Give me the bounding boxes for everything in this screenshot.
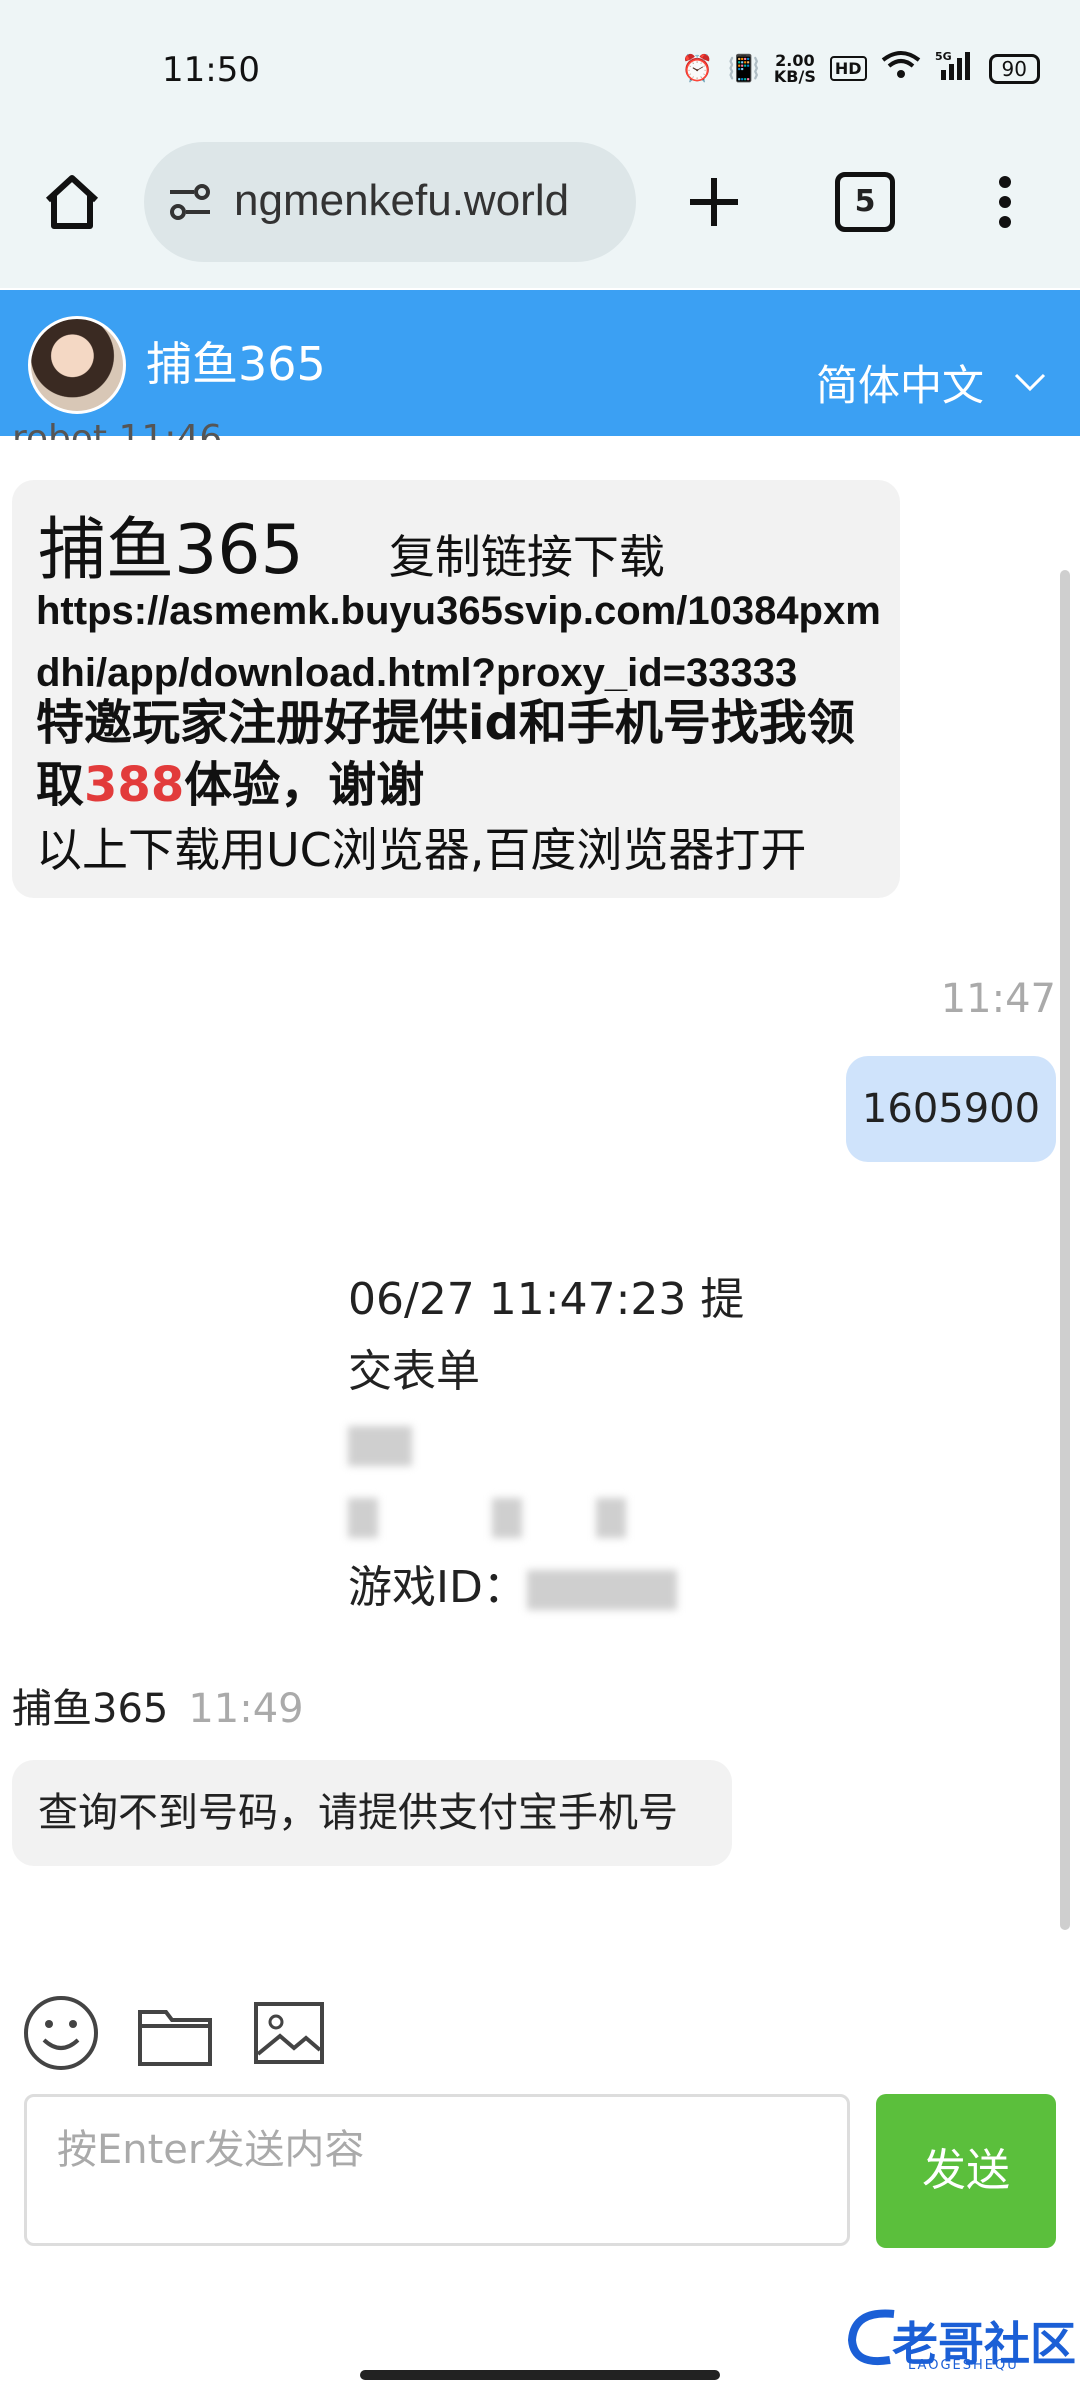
wifi-icon <box>881 50 921 87</box>
address-bar[interactable]: ngmenkefu.world <box>144 142 636 262</box>
user-message-time: 11:47 <box>940 976 1056 1022</box>
status-icons: ⏰ 📳 2.00 KB/S HD 5G 90 <box>681 50 1040 87</box>
input-toolbar <box>22 1994 328 2072</box>
browser-toolbar: ngmenkefu.world 5 <box>0 140 1080 270</box>
hd-badge: HD <box>829 56 867 81</box>
promo-name: 捕鱼365 <box>38 511 304 590</box>
language-label: 简体中文 <box>815 361 984 410</box>
home-button[interactable] <box>40 170 104 234</box>
promo-header: 捕鱼365 复制链接下载 <box>38 494 665 593</box>
plus-icon <box>690 178 738 226</box>
language-selector[interactable]: 简体中文 <box>816 352 1046 413</box>
more-vert-icon <box>999 176 1011 228</box>
vibrate-icon: 📳 <box>727 53 760 84</box>
send-button[interactable]: 发送 <box>876 2094 1056 2248</box>
watermark-sub: LAOGESHEQU <box>908 2358 1019 2373</box>
game-id-label: 游戏ID： <box>348 1562 527 1613</box>
chat-title: 捕鱼365 <box>146 337 326 391</box>
copy-link-label: 复制链接下载 <box>388 530 665 584</box>
promo-amount: 388 <box>84 757 185 813</box>
tab-switcher-button[interactable]: 5 <box>835 172 895 232</box>
chat-scrollbar[interactable] <box>1060 570 1070 1930</box>
alarm-icon: ⏰ <box>681 53 714 84</box>
folder-icon[interactable] <box>136 1994 214 2072</box>
status-time: 11:50 <box>162 50 260 90</box>
battery-icon: 90 <box>988 53 1040 84</box>
redacted-phone-line <box>348 1480 768 1552</box>
chat-header: 捕鱼365 简体中文 <box>0 290 1080 436</box>
browser-note: 以上下载用UC浏览器,百度浏览器打开 <box>36 823 807 877</box>
network-speed: 2.00 KB/S <box>773 50 816 86</box>
redacted-name-line <box>348 1408 768 1480</box>
svg-text:5G: 5G <box>935 50 952 63</box>
home-icon <box>45 175 99 229</box>
reply-message-bubble: 查询不到号码，请提供支付宝手机号 <box>12 1760 732 1866</box>
reply-sender: 捕鱼365 <box>12 1686 169 1732</box>
promo-text-after: 体验，谢谢 <box>184 757 425 813</box>
form-submission-message: 06/27 11:47:23 提交表单 游戏ID： <box>348 1264 768 1624</box>
promo-message-bubble: 捕鱼365 复制链接下载 https://asmemk.buyu365svip.… <box>12 480 900 898</box>
gesture-home-indicator[interactable] <box>360 2370 720 2380</box>
image-icon[interactable] <box>250 1994 328 2072</box>
message-meta-partial: robot 11:46 <box>12 418 223 440</box>
form-submitted-line: 06/27 11:47:23 提交表单 <box>348 1274 745 1397</box>
promo-text: 特邀玩家注册好提供id和手机号找我领取388体验，谢谢 <box>36 692 896 816</box>
emoji-icon[interactable] <box>22 1994 100 2072</box>
reply-time: 11:49 <box>188 1686 304 1732</box>
browser-chrome: 11:50 ⏰ 📳 2.00 KB/S HD 5G 90 ngmenkefu.wo… <box>0 0 1080 288</box>
download-link[interactable]: https://asmemk.buyu365svip.com/10384pxmd… <box>36 580 896 704</box>
watermark-logo: 老哥社区 LAOGESHEQU <box>844 2300 1076 2376</box>
url-text: ngmenkefu.world <box>234 176 570 225</box>
reply-meta: 捕鱼365 11:49 <box>12 1676 304 1734</box>
new-tab-button[interactable] <box>684 172 744 232</box>
user-message-bubble: 1605900 <box>846 1056 1056 1162</box>
signal-icon: 5G <box>935 50 975 87</box>
site-settings-icon <box>170 184 210 220</box>
avatar <box>28 316 126 414</box>
game-id-line: 游戏ID： <box>348 1552 768 1624</box>
overflow-menu-button[interactable] <box>990 172 1020 232</box>
chevron-down-icon <box>1014 373 1046 391</box>
message-input[interactable]: 按Enter发送内容 <box>24 2094 850 2246</box>
